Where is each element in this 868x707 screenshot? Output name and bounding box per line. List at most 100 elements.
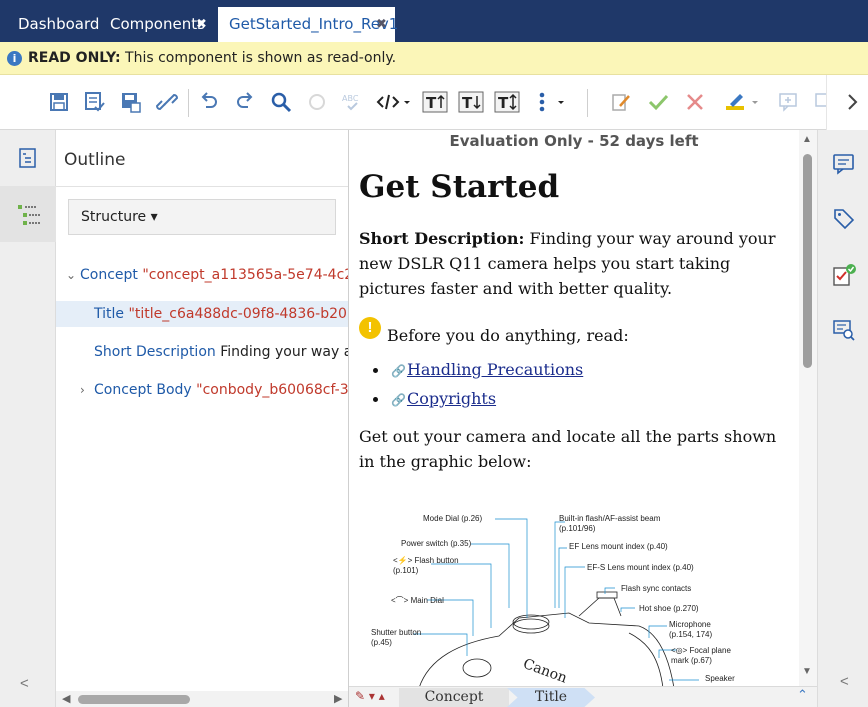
tab-components[interactable]: Components ✖	[92, 7, 218, 42]
chevron-right-icon[interactable]: ›	[80, 377, 85, 403]
tree-item-concept[interactable]: ⌄ Concept "concept_a113565a-5e74-4c20-a	[56, 262, 348, 288]
tab-getstarted-label: GetStarted_Intro_Rev1	[229, 15, 399, 33]
figure-label: Power switch (p.35)	[401, 539, 472, 548]
tags-icon[interactable]	[832, 207, 856, 231]
banner-text: READ ONLY: This component is shown as re…	[28, 42, 396, 75]
text-up-icon[interactable]: T	[422, 91, 448, 113]
figure-label: EF Lens mount index (p.40)	[569, 542, 668, 551]
comments-icon[interactable]	[832, 152, 856, 176]
tree-item-title[interactable]: Title "title_c6a488dc-09f8-4836-b201-56	[56, 301, 348, 327]
scroll-right-icon[interactable]: ▶	[334, 692, 342, 705]
code-view-icon[interactable]	[376, 91, 412, 113]
figure-label: (p.101/96)	[559, 524, 596, 533]
tree-node-name: Concept	[80, 267, 138, 283]
tree-node-value: "title_c6a488dc-09f8-4836-b201-56	[128, 306, 348, 322]
undo-icon[interactable]	[198, 91, 220, 113]
document-editor[interactable]: Evaluation Only - 52 days left Get Start…	[349, 130, 817, 707]
tree-node-name: Short Description	[94, 344, 216, 360]
tag-toggle-icon[interactable]: ✎ ▾ ▴	[355, 689, 385, 703]
breadcrumb: ✎ ▾ ▴ Concept Title ⌃	[349, 686, 817, 707]
tab-dashboard-label: Dashboard	[18, 15, 100, 33]
more-icon[interactable]	[534, 91, 568, 113]
tree-node-value: "conbody_b60068cf-3865	[196, 382, 349, 398]
svg-text:T: T	[462, 94, 473, 112]
save-as-icon[interactable]	[120, 91, 142, 113]
toolbar-separator	[188, 89, 189, 117]
outline-title: Outline	[64, 150, 126, 170]
body-paragraph: Get out your camera and locate all the p…	[359, 427, 777, 472]
figure-label: Built-in flash/AF-assist beam	[559, 514, 661, 523]
text-expand-icon[interactable]: T	[494, 91, 520, 113]
tab-dashboard[interactable]: Dashboard	[0, 7, 100, 42]
link-copyrights[interactable]: Copyrights	[407, 389, 496, 408]
tab-getstarted[interactable]: GetStarted_Intro_Rev1 ✖	[218, 7, 399, 42]
banner-strong: READ ONLY:	[28, 50, 121, 66]
scroll-left-icon[interactable]: ◀	[62, 692, 70, 705]
close-icon[interactable]: ✖	[376, 7, 387, 42]
review-checklist-icon[interactable]	[832, 263, 856, 287]
breadcrumb-title[interactable]: Title	[507, 688, 595, 707]
toolbar-overflow	[826, 75, 868, 130]
close-icon[interactable]: ✖	[196, 7, 207, 42]
tree-node-value: "concept_a113565a-5e74-4c20-a	[142, 267, 348, 283]
expand-up-icon[interactable]: ⌃	[797, 688, 808, 703]
svg-text:T: T	[426, 94, 437, 112]
svg-text:ABC: ABC	[342, 94, 359, 103]
scrollbar-thumb[interactable]	[78, 695, 190, 704]
horizontal-scrollbar[interactable]: ◀ ▶	[56, 691, 348, 707]
figure-label: Flash sync contacts	[621, 584, 692, 593]
note: ! Before you do anything, read:	[359, 317, 789, 348]
track-changes-icon[interactable]	[610, 91, 632, 113]
tree-node-value: Finding your way arou	[220, 344, 348, 360]
read-only-banner: i READ ONLY: This component is shown as …	[0, 42, 868, 75]
list-item: 🔗Copyrights	[373, 385, 789, 414]
comment-add-icon[interactable]	[778, 91, 800, 113]
outline-icon	[18, 205, 40, 225]
save-checkin-icon[interactable]	[84, 91, 106, 113]
link-handling-precautions[interactable]: Handling Precautions	[407, 360, 583, 379]
figure-label: mark (p.67)	[671, 656, 712, 665]
tree-item-conbody[interactable]: › Concept Body "conbody_b60068cf-3865	[56, 377, 349, 403]
outline-panel: Outline Structure ▾ ⌄ Concept "concept_a…	[56, 130, 349, 707]
comment-edit-icon[interactable]	[814, 91, 826, 113]
link-icon[interactable]	[155, 91, 179, 113]
scroll-down-icon[interactable]: ▼	[802, 666, 812, 677]
link-icon: 🔗	[391, 393, 406, 408]
save-icon[interactable]	[48, 91, 70, 113]
scrollbar-thumb[interactable]	[803, 154, 812, 368]
text-down-icon[interactable]: T	[458, 91, 484, 113]
figure-label: Speaker	[705, 674, 735, 683]
structure-dropdown[interactable]: Structure ▾	[68, 199, 336, 235]
chevron-right-icon[interactable]	[841, 91, 863, 113]
divider	[56, 186, 348, 187]
short-description: Short Description: Finding your way arou…	[359, 226, 789, 301]
search-comments-icon[interactable]	[832, 318, 856, 342]
find-icon[interactable]	[270, 91, 292, 113]
toolbar-separator	[587, 89, 588, 117]
outline-view-button[interactable]	[0, 186, 56, 242]
figure-label: <⚡> Flash button	[393, 556, 459, 565]
figure-label: EF-S Lens mount index (p.40)	[587, 563, 694, 572]
scroll-up-icon[interactable]: ▲	[802, 134, 812, 145]
redo-icon[interactable]	[234, 91, 256, 113]
map-view-button[interactable]	[0, 130, 56, 186]
page-title: Get Started	[359, 169, 560, 205]
tree-node-name: Concept Body	[94, 382, 192, 398]
evaluation-notice: Evaluation Only - 52 days left	[449, 132, 699, 150]
vertical-scrollbar[interactable]: ▲ ▼	[799, 130, 817, 686]
figure-label: Microphone	[669, 620, 711, 629]
reject-icon[interactable]	[684, 91, 706, 113]
editor-toolbar: ABC T T T	[0, 75, 868, 130]
tree-item-shortdesc[interactable]: Short Description Finding your way arou	[56, 339, 348, 365]
chevron-left-icon[interactable]: <	[840, 673, 849, 690]
chevron-left-icon[interactable]: <	[20, 675, 29, 692]
breadcrumb-concept[interactable]: Concept	[399, 688, 509, 707]
spell-icon	[306, 91, 328, 113]
document-content: Get Started Short Description: Finding y…	[359, 170, 789, 486]
tree-node-name: Title	[94, 306, 125, 322]
figure-label: Shutter button	[371, 628, 422, 637]
chevron-down-icon[interactable]: ⌄	[66, 262, 76, 288]
left-rail: <	[0, 130, 56, 707]
highlight-icon[interactable]	[724, 91, 762, 113]
accept-icon[interactable]	[647, 91, 669, 113]
